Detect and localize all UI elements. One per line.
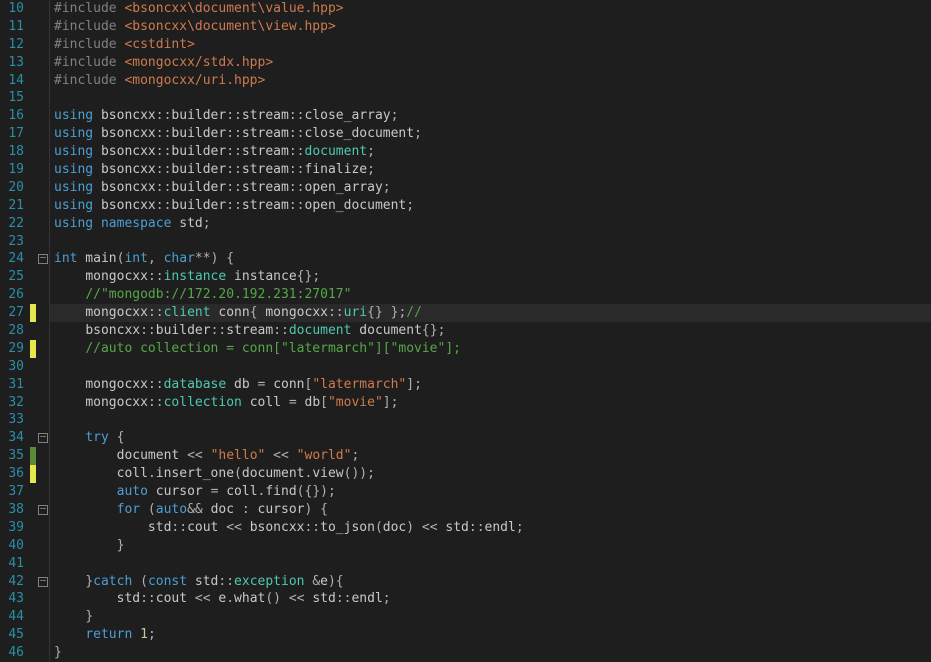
line-number: 20 <box>0 179 24 197</box>
line-number: 44 <box>0 608 24 626</box>
code-line[interactable]: coll.insert_one(document.view()); <box>50 465 931 483</box>
code-line[interactable]: using bsoncxx::builder::stream::close_do… <box>50 125 931 143</box>
line-number: 45 <box>0 626 24 644</box>
code-line[interactable]: }catch (const std::exception &e){ <box>50 573 931 591</box>
line-number: 37 <box>0 483 24 501</box>
line-number: 11 <box>0 18 24 36</box>
code-line[interactable]: document << "hello" << "world"; <box>50 447 931 465</box>
code-line[interactable]: using bsoncxx::builder::stream::open_arr… <box>50 179 931 197</box>
line-number: 46 <box>0 644 24 662</box>
line-number: 17 <box>0 125 24 143</box>
fold-toggle-icon[interactable] <box>36 429 49 447</box>
line-number: 13 <box>0 54 24 72</box>
code-line[interactable]: } <box>50 608 931 626</box>
line-number: 34 <box>0 429 24 447</box>
code-line[interactable]: return 1; <box>50 626 931 644</box>
line-number: 16 <box>0 107 24 125</box>
code-line[interactable]: auto cursor = coll.find({}); <box>50 483 931 501</box>
code-line[interactable] <box>50 89 931 107</box>
line-number: 31 <box>0 376 24 394</box>
code-line[interactable] <box>50 358 931 376</box>
code-line[interactable]: } <box>50 537 931 555</box>
line-number: 42 <box>0 573 24 591</box>
fold-toggle-icon[interactable] <box>36 501 49 519</box>
code-editor[interactable]: #include <bsoncxx\document\value.hpp>#in… <box>50 0 931 662</box>
line-number: 38 <box>0 501 24 519</box>
line-number: 24 <box>0 250 24 268</box>
line-number: 19 <box>0 161 24 179</box>
code-line[interactable]: mongocxx::instance instance{}; <box>50 268 931 286</box>
line-number: 27 <box>0 304 24 322</box>
line-number: 15 <box>0 89 24 107</box>
line-number: 12 <box>0 36 24 54</box>
code-line[interactable]: #include <cstdint> <box>50 36 931 54</box>
code-line[interactable]: using bsoncxx::builder::stream::finalize… <box>50 161 931 179</box>
code-line[interactable]: } <box>50 644 931 662</box>
line-number: 35 <box>0 447 24 465</box>
line-number: 14 <box>0 72 24 90</box>
line-number: 18 <box>0 143 24 161</box>
fold-gutter <box>36 0 50 662</box>
code-line[interactable]: using bsoncxx::builder::stream::open_doc… <box>50 197 931 215</box>
code-line[interactable] <box>50 411 931 429</box>
line-number: 22 <box>0 215 24 233</box>
line-number-gutter: 1011121314151617181920212223242526272829… <box>0 0 30 662</box>
code-line[interactable] <box>50 555 931 573</box>
code-line[interactable]: mongocxx::collection coll = db["movie"]; <box>50 394 931 412</box>
line-number: 21 <box>0 197 24 215</box>
code-line[interactable]: std::cout << bsoncxx::to_json(doc) << st… <box>50 519 931 537</box>
line-number: 29 <box>0 340 24 358</box>
code-line[interactable]: mongocxx::database db = conn["latermarch… <box>50 376 931 394</box>
code-line[interactable]: //auto collection = conn["latermarch"]["… <box>50 340 931 358</box>
line-number: 41 <box>0 555 24 573</box>
code-line[interactable]: #include <bsoncxx\document\view.hpp> <box>50 18 931 36</box>
code-line[interactable] <box>50 233 931 251</box>
line-number: 23 <box>0 233 24 251</box>
fold-toggle-icon[interactable] <box>36 573 49 591</box>
code-line[interactable]: using namespace std; <box>50 215 931 233</box>
code-line[interactable]: #include <mongocxx/stdx.hpp> <box>50 54 931 72</box>
code-line[interactable]: int main(int, char**) { <box>50 250 931 268</box>
line-number: 26 <box>0 286 24 304</box>
code-line[interactable]: mongocxx::client conn{ mongocxx::uri{} }… <box>50 304 931 322</box>
code-line[interactable]: //"mongodb://172.20.192.231:27017" <box>50 286 931 304</box>
fold-toggle-icon[interactable] <box>36 250 49 268</box>
code-line[interactable]: std::cout << e.what() << std::endl; <box>50 590 931 608</box>
line-number: 33 <box>0 411 24 429</box>
line-number: 32 <box>0 394 24 412</box>
code-line[interactable]: for (auto&& doc : cursor) { <box>50 501 931 519</box>
code-line[interactable]: using bsoncxx::builder::stream::close_ar… <box>50 107 931 125</box>
code-line[interactable]: #include <mongocxx/uri.hpp> <box>50 72 931 90</box>
line-number: 28 <box>0 322 24 340</box>
code-line[interactable]: #include <bsoncxx\document\value.hpp> <box>50 0 931 18</box>
line-number: 25 <box>0 268 24 286</box>
line-number: 36 <box>0 465 24 483</box>
line-number: 39 <box>0 519 24 537</box>
code-line[interactable]: try { <box>50 429 931 447</box>
line-number: 10 <box>0 0 24 18</box>
code-line[interactable]: bsoncxx::builder::stream::document docum… <box>50 322 931 340</box>
line-number: 40 <box>0 537 24 555</box>
code-line[interactable]: using bsoncxx::builder::stream::document… <box>50 143 931 161</box>
line-number: 43 <box>0 590 24 608</box>
line-number: 30 <box>0 358 24 376</box>
